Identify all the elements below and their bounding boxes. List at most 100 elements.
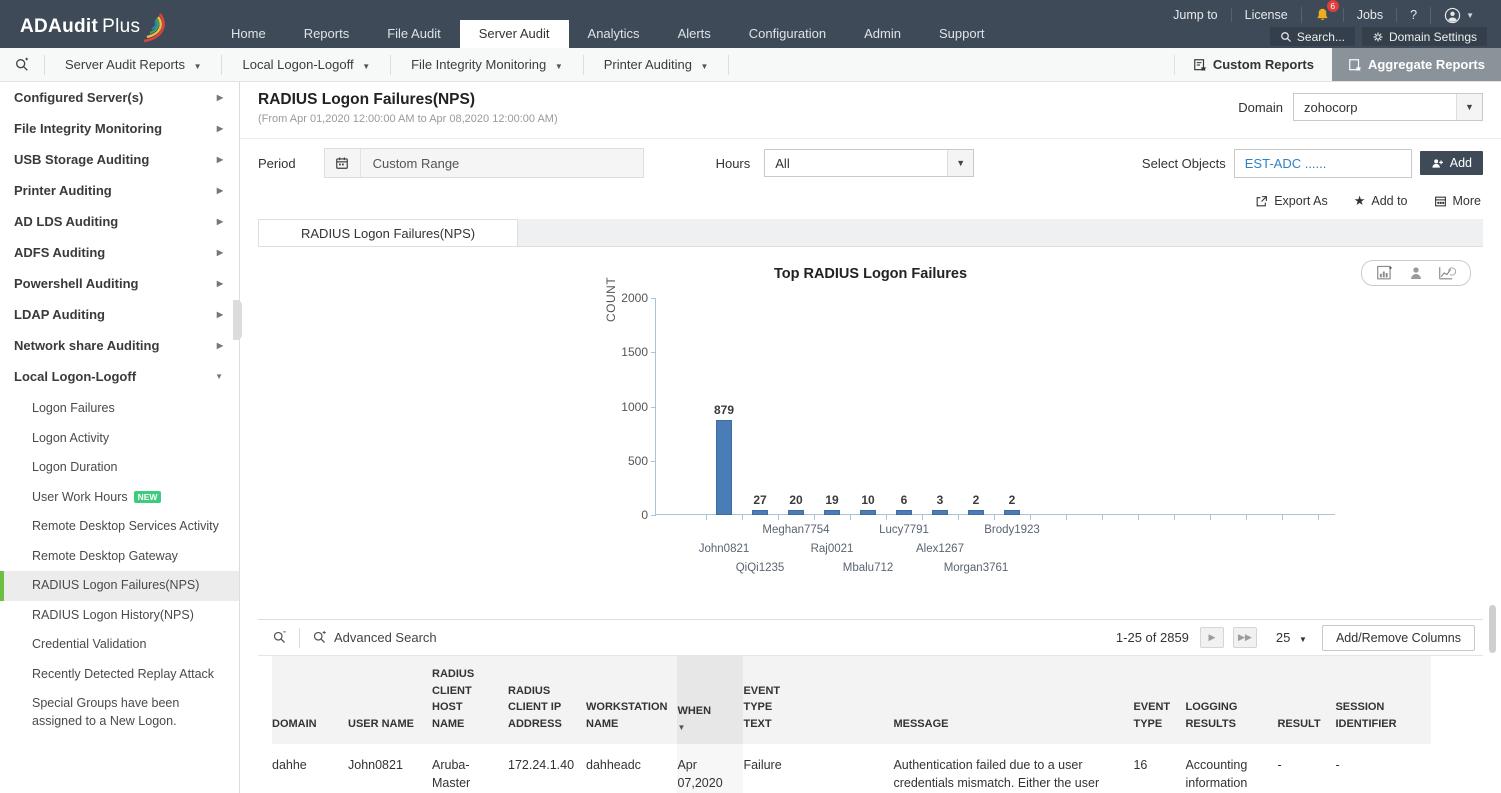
domain-settings-button[interactable]: Domain Settings xyxy=(1362,27,1487,46)
sidebar-item-credential-validation[interactable]: Credential Validation xyxy=(0,630,239,660)
add-objects-button[interactable]: Add xyxy=(1420,151,1483,175)
new-badge: NEW xyxy=(134,491,162,503)
column-header-workstation-name[interactable]: WORKSTATION NAME xyxy=(586,656,677,744)
sidebar-item-ad-lds-auditing[interactable]: AD LDS Auditing▶ xyxy=(0,206,239,237)
column-header-radius-client-host-name[interactable]: RADIUS CLIENT HOST NAME xyxy=(432,656,508,744)
domain-select[interactable]: zohocorp ▼ xyxy=(1293,93,1483,121)
menu-file-integrity-monitoring[interactable]: File Integrity Monitoring ▼ xyxy=(390,55,583,75)
menu-printer-auditing[interactable]: Printer Auditing ▼ xyxy=(583,55,730,75)
app-logo[interactable]: ADAudit Plus xyxy=(20,10,168,44)
sidebar-item-adfs-auditing[interactable]: ADFS Auditing▶ xyxy=(0,237,239,268)
sidebar-item-special-groups-have-been-assigned-to-a-new-logon[interactable]: Special Groups have been assigned to a N… xyxy=(0,689,239,736)
bar-chart: COUNT 0500100015002000879John082127QiQi1… xyxy=(655,298,1335,515)
nav-analytics[interactable]: Analytics xyxy=(569,20,659,48)
menu-label: File Integrity Monitoring xyxy=(411,57,550,72)
column-header-logging-results[interactable]: LOGGING RESULTS xyxy=(1185,656,1277,744)
sidebar-item-radius-logon-history-nps[interactable]: RADIUS Logon History(NPS) xyxy=(0,601,239,631)
page-size-select[interactable]: 25 ▼ xyxy=(1276,630,1307,645)
last-page-button[interactable]: ▶▶ xyxy=(1233,627,1257,648)
table-search-icon[interactable] xyxy=(272,630,287,645)
bar-morgan3761[interactable] xyxy=(968,510,984,515)
sidebar-item-user-work-hours[interactable]: User Work HoursNEW xyxy=(0,483,239,513)
cell-message: Authentication failed due to a user cred… xyxy=(893,744,1133,793)
bar-alex1267[interactable] xyxy=(932,510,948,515)
column-header-event-type[interactable]: EVENT TYPE xyxy=(1133,656,1185,744)
menu-server-audit-reports[interactable]: Server Audit Reports ▼ xyxy=(44,55,221,75)
jump-to-link[interactable]: Jump to xyxy=(1160,8,1230,22)
nav-support[interactable]: Support xyxy=(920,20,1004,48)
sidebar-subitems: Logon FailuresLogon Activity Logon Durati… xyxy=(0,392,239,740)
bar-john0821[interactable] xyxy=(716,420,732,515)
tab-radius-logon-failures[interactable]: RADIUS Logon Failures(NPS) xyxy=(258,219,518,246)
sidebar-collapse-handle[interactable] xyxy=(233,300,242,340)
bar-raj0021[interactable] xyxy=(824,510,840,515)
sidebar-item-remote-desktop-services-activity[interactable]: Remote Desktop Services Activity xyxy=(0,512,239,542)
sidebar-item-usb-storage-auditing[interactable]: USB Storage Auditing▶ xyxy=(0,144,239,175)
nav-reports[interactable]: Reports xyxy=(285,20,369,48)
nav-alerts[interactable]: Alerts xyxy=(659,20,730,48)
column-header-session-identifier[interactable]: SESSION IDENTIFIER xyxy=(1335,656,1431,744)
bar-meghan7754[interactable] xyxy=(788,510,804,515)
bar-mbalu712[interactable] xyxy=(860,510,876,515)
bar-qiqi1235[interactable] xyxy=(752,510,768,515)
x-axis-label-raj0021: Raj0021 xyxy=(811,543,854,555)
advanced-search-button[interactable]: Advanced Search xyxy=(312,630,437,645)
add-to-button[interactable]: ★ Add to xyxy=(1354,193,1408,209)
menubar-menus: Server Audit Reports ▼Local Logon-Logoff… xyxy=(44,48,729,81)
account-menu[interactable]: ▼ xyxy=(1430,7,1487,24)
sidebar-item-configured-server-s[interactable]: Configured Server(s)▶ xyxy=(0,82,239,113)
column-header-when[interactable]: WHEN▼ xyxy=(677,656,743,744)
sidebar-item-logon-failures[interactable]: Logon Failures xyxy=(0,394,239,424)
column-header-result[interactable]: RESULT xyxy=(1277,656,1335,744)
custom-reports-button[interactable]: Custom Reports xyxy=(1174,55,1332,75)
nav-configuration[interactable]: Configuration xyxy=(730,20,845,48)
x-tick-mark xyxy=(958,515,959,520)
notifications-button[interactable]: 6 xyxy=(1301,7,1343,23)
sidebar-item-logon-activity[interactable]: Logon Activity xyxy=(0,424,239,454)
help-button[interactable]: ? xyxy=(1396,8,1430,22)
sidebar-item-local-logon-logoff[interactable]: Local Logon-Logoff▼ xyxy=(0,361,239,392)
chart-user-icon[interactable] xyxy=(1408,265,1424,281)
report-search-icon[interactable] xyxy=(0,57,44,73)
chart-panel: Top RADIUS Logon Failures COUNT 05001000… xyxy=(258,247,1483,619)
column-header-event-type-text[interactable]: EVENT TYPE TEXT xyxy=(743,656,893,744)
nav-admin[interactable]: Admin xyxy=(845,20,920,48)
next-page-button[interactable]: ▶ xyxy=(1200,627,1224,648)
more-button[interactable]: More xyxy=(1434,194,1481,208)
bar-brody1923[interactable] xyxy=(1004,510,1020,515)
add-remove-columns-button[interactable]: Add/Remove Columns xyxy=(1322,625,1475,651)
aggregate-reports-button[interactable]: Aggregate Reports xyxy=(1332,48,1501,81)
sidebar-item-network-share-auditing[interactable]: Network share Auditing▶ xyxy=(0,330,239,361)
jobs-link[interactable]: Jobs xyxy=(1343,8,1396,22)
vertical-scrollbar[interactable] xyxy=(1489,605,1496,653)
sidebar-subitem-label: Logon Duration xyxy=(32,460,117,474)
bar-lucy7791[interactable] xyxy=(896,510,912,515)
column-header-domain[interactable]: DOMAIN xyxy=(272,656,348,744)
sidebar-item-logon-duration[interactable]: Logon Duration xyxy=(0,453,239,483)
chart-type-line-icon[interactable] xyxy=(1438,265,1456,281)
column-header-message[interactable]: MESSAGE xyxy=(893,656,1133,744)
menu-local-logon-logoff[interactable]: Local Logon-Logoff ▼ xyxy=(221,55,390,75)
export-as-button[interactable]: Export As xyxy=(1255,194,1328,208)
sidebar-item-printer-auditing[interactable]: Printer Auditing▶ xyxy=(0,175,239,206)
nav-file-audit[interactable]: File Audit xyxy=(368,20,459,48)
sidebar-item-ldap-auditing[interactable]: LDAP Auditing▶ xyxy=(0,299,239,330)
nav-home[interactable]: Home xyxy=(212,20,285,48)
global-search-button[interactable]: Search... xyxy=(1270,27,1355,46)
sidebar-item-remote-desktop-gateway[interactable]: Remote Desktop Gateway xyxy=(0,542,239,572)
hours-select[interactable]: All ▼ xyxy=(764,149,974,177)
report-star-icon xyxy=(1193,58,1207,72)
sidebar-item-recently-detected-replay-attack[interactable]: Recently Detected Replay Attack xyxy=(0,660,239,690)
cell-result: - xyxy=(1277,744,1335,793)
nav-server-audit[interactable]: Server Audit xyxy=(460,20,569,48)
sidebar-item-file-integrity-monitoring[interactable]: File Integrity Monitoring▶ xyxy=(0,113,239,144)
sidebar-item-powershell-auditing[interactable]: Powershell Auditing▶ xyxy=(0,268,239,299)
select-objects-input[interactable]: EST-ADC ...... xyxy=(1234,149,1412,178)
license-link[interactable]: License xyxy=(1231,8,1301,22)
column-header-user-name[interactable]: USER NAME xyxy=(348,656,432,744)
column-header-radius-client-ip-address[interactable]: RADIUS CLIENT IP ADDRESS xyxy=(508,656,586,744)
table-row[interactable]: dahheJohn0821Aruba-Master172.24.1.40dahh… xyxy=(272,744,1431,793)
sidebar-item-radius-logon-failures-nps[interactable]: RADIUS Logon Failures(NPS) xyxy=(0,571,239,601)
chart-type-bar-icon[interactable] xyxy=(1376,265,1394,281)
period-picker[interactable]: Custom Range xyxy=(324,148,644,178)
